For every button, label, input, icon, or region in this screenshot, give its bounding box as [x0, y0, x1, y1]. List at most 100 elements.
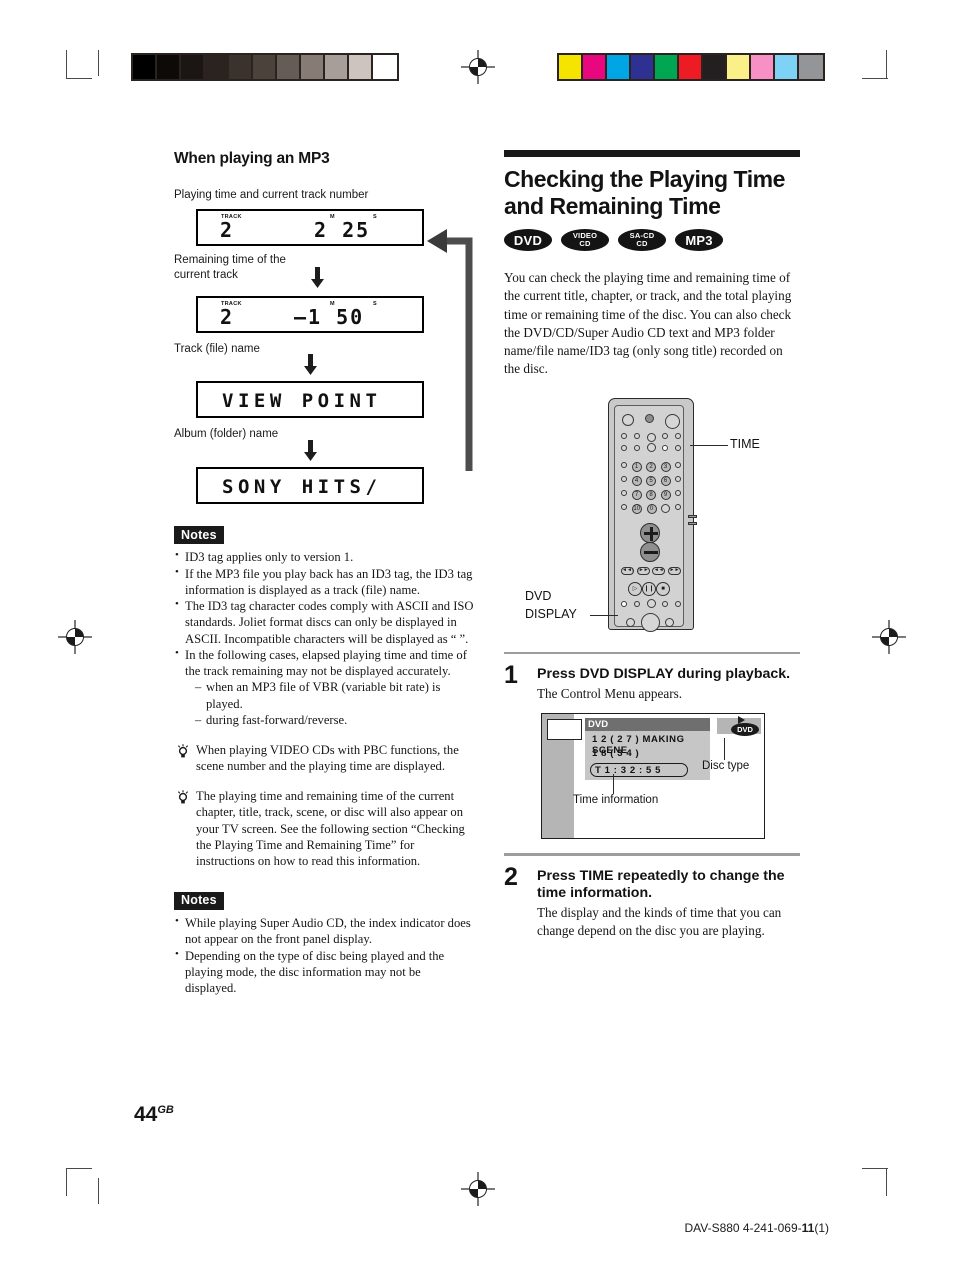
remote-button-y3	[665, 617, 674, 627]
remote-number-0: 0	[646, 503, 657, 514]
document-code: DAV-S880 4-241-069-11(1)	[684, 1221, 829, 1235]
note-item: ID3 tag applies only to version 1.	[174, 548, 474, 565]
color-swatch	[751, 55, 775, 79]
step-heading: Press TIME repeatedly to change the time…	[537, 867, 785, 901]
remote-number-2: 2	[646, 461, 656, 472]
tip-block-1: When playing VIDEO CDs with PBC function…	[174, 742, 474, 774]
remote-button-a4	[662, 432, 669, 439]
remote-row-a	[621, 432, 681, 442]
remote-numeric-row-1: 1 2 3	[621, 461, 681, 472]
remote-button-a1	[621, 432, 627, 439]
remote-volume-down-button	[640, 541, 660, 562]
grayscale-calibration-bar	[131, 53, 399, 81]
remote-dvd-display-button	[621, 600, 627, 607]
remote-prev-button: ◄◄|	[621, 566, 634, 575]
leader-time-information	[613, 774, 615, 795]
cycle-loop-arrow-icon	[427, 229, 473, 472]
remote-time-button	[662, 444, 669, 451]
remote-number-9: 9	[660, 489, 671, 500]
disc-badge-sacd-cd: SA-CD CD	[618, 229, 666, 252]
grayscale-swatch	[133, 55, 157, 79]
callout-label-display: DISPLAY	[525, 606, 577, 621]
control-menu-title-line: 1 8 ( 3 4 )	[592, 748, 640, 760]
remote-numeric-row-3: 7 8 9	[621, 489, 681, 500]
remote-button-n4c	[661, 503, 671, 513]
grayscale-swatch	[205, 55, 229, 79]
color-swatch	[703, 55, 727, 79]
remote-button-y1	[626, 617, 635, 627]
registration-mark-right	[872, 620, 906, 654]
grayscale-swatch	[349, 55, 373, 79]
display-seconds-label: S	[373, 214, 377, 221]
disc-badge-mp3: MP3	[675, 229, 723, 252]
tip-text: When playing VIDEO CDs with PBC function…	[196, 742, 459, 773]
disc-badge-label-line2: CD	[579, 239, 591, 249]
notes-header-2: Notes	[174, 891, 224, 910]
callout-label-time: TIME	[730, 436, 760, 451]
remote-body: 1 2 3 4 5 6 7 8 9 10 0 ◄◄| |►► ◄◄ ►► ▷ ❙…	[608, 397, 697, 632]
tip-text: The playing time and remaining time of t…	[196, 789, 465, 869]
registration-mark-bottom	[461, 1172, 495, 1206]
remote-side-button-lower	[688, 521, 697, 525]
grayscale-swatch	[157, 55, 181, 79]
step-text: The Control Menu appears.	[537, 686, 683, 702]
note-subitem: when an MP3 file of VBR (variable bit ra…	[195, 679, 474, 711]
callout-leader-time	[690, 444, 728, 446]
note-item-text: In the following cases, elapsed playing …	[185, 648, 467, 679]
callout-label-dvd: DVD	[525, 588, 552, 603]
color-swatch	[775, 55, 799, 79]
disc-badge-label: DVD	[513, 232, 543, 248]
leader-disc-type	[724, 738, 726, 761]
registration-mark-top	[461, 50, 495, 84]
caption-playing-time-track: Playing time and current track number	[174, 189, 369, 201]
remote-button-z2	[633, 600, 640, 607]
note-item: If the MP3 file you play back has an ID3…	[174, 565, 474, 598]
disc-badge-dvd: DVD	[504, 229, 552, 252]
note-item: The ID3 tag character codes comply with …	[174, 597, 474, 646]
step-1: 1 Press DVD DISPLAY during playback. The…	[504, 663, 800, 703]
front-panel-display-playing-time: TRACK M S 2 2 25	[196, 209, 424, 247]
display-time-value: –1 50	[294, 305, 365, 330]
remote-scan-fwd-button: ►►	[667, 566, 681, 575]
remote-button-n3l	[621, 489, 627, 496]
remote-button-b2	[633, 444, 640, 451]
disc-badge-label: MP3	[685, 232, 713, 248]
intro-paragraph: You can check the playing time and remai…	[504, 270, 792, 376]
control-menu-icon-box	[547, 719, 582, 741]
remote-bottom-row	[621, 598, 681, 608]
color-swatch	[583, 55, 607, 79]
remote-number-3: 3	[660, 461, 671, 472]
remote-sleep-button	[645, 413, 654, 423]
disc-type-badges: DVD VIDEO CD SA-CD CD MP3	[504, 229, 800, 252]
remote-play-button: ▷	[628, 581, 642, 596]
remote-button-n2l	[621, 475, 627, 482]
remote-stop-button: ■	[656, 581, 670, 596]
remote-number-6: 6	[660, 475, 671, 486]
step-number: 2	[504, 862, 518, 891]
page-number-suffix: GB	[157, 1104, 174, 1116]
document-code-revision: 11	[801, 1221, 815, 1235]
remote-button-a2	[633, 432, 640, 439]
disc-badge-label-line2: CD	[636, 239, 648, 249]
color-swatch	[655, 55, 679, 79]
page-section-heading: When playing an MP3	[174, 150, 330, 167]
document-code-suffix: (1)	[814, 1221, 829, 1235]
notes-list-1: ID3 tag applies only to version 1. If th…	[174, 548, 474, 728]
remote-button-n4r	[675, 503, 681, 510]
remote-button-z3	[646, 598, 656, 608]
down-arrow-icon-1	[310, 267, 325, 293]
grayscale-swatch	[229, 55, 253, 79]
tip-block-2: The playing time and remaining time of t…	[174, 788, 474, 869]
remote-scan-rev-button: ◄◄	[652, 566, 666, 575]
remote-enter-button	[640, 612, 660, 632]
right-column: Checking the Playing Time and Remaining …	[504, 150, 800, 940]
color-swatch	[607, 55, 631, 79]
step-divider-2	[504, 853, 800, 856]
grayscale-swatch	[325, 55, 349, 79]
display-track-number: 2	[220, 305, 235, 330]
page-number: 44GB	[134, 1103, 174, 1127]
left-column: When playing an MP3 Playing time and cur…	[174, 150, 474, 996]
title-rule	[504, 150, 800, 157]
page-title: Checking the Playing Time and Remaining …	[504, 166, 786, 219]
display-track-name-text: VIEW POINT	[222, 390, 382, 413]
